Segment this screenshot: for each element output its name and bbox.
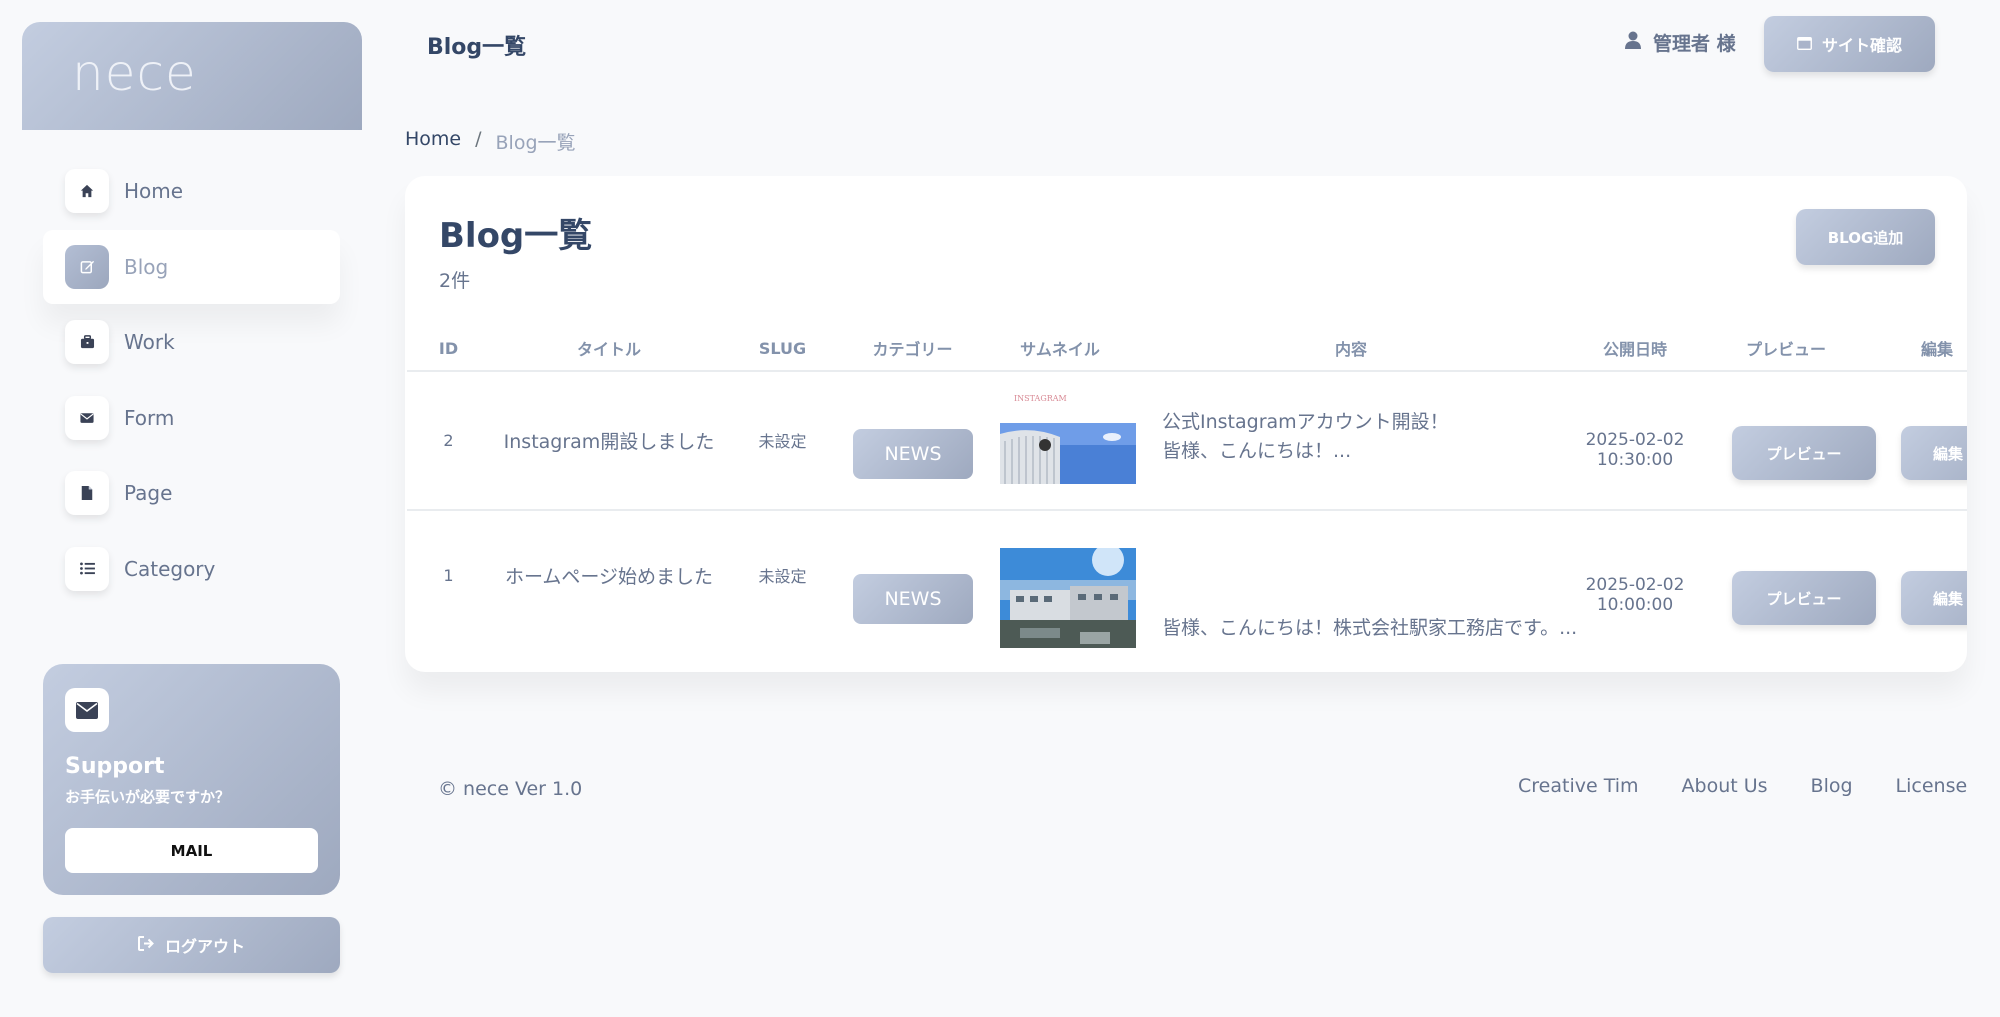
list-icon <box>65 546 109 591</box>
brand-header: nece <box>22 22 362 130</box>
edit-button[interactable]: 編集 <box>1901 426 1967 480</box>
row-content-line1 <box>1162 581 1562 609</box>
support-title: Support <box>65 754 165 779</box>
row-date: 2025-02-02 <box>1585 575 1685 595</box>
add-blog-button[interactable]: BLOG追加 <box>1796 209 1935 265</box>
user-name: 管理者 様 <box>1653 33 1736 55</box>
card-title: Blog一覧 <box>439 216 593 256</box>
sidebar-item-page[interactable]: Page <box>43 456 340 530</box>
footer-link-about-us[interactable]: About Us <box>1682 775 1768 797</box>
row-content-line2: 皆様、こんにちは！... <box>1162 439 1352 462</box>
column-header-published: 公開日時 <box>1602 340 1667 359</box>
edit-icon <box>65 244 109 289</box>
logout-button[interactable]: ログアウト <box>43 917 340 973</box>
site-check-button[interactable]: サイト確認 <box>1764 16 1935 72</box>
column-header-slug: SLUG <box>758 338 807 358</box>
row-title: ホームページ始めました <box>504 565 714 588</box>
sidebar-item-label: Category <box>124 556 216 581</box>
sidebar-item-label: Work <box>124 330 175 354</box>
edit-button[interactable]: 編集 <box>1901 571 1967 625</box>
support-card: Support お手伝いが必要ですか？ MAIL <box>43 664 340 895</box>
row-slug: 未設定 <box>758 567 807 586</box>
sidebar-item-label: Page <box>124 481 173 505</box>
footer-link-blog[interactable]: Blog <box>1811 775 1853 797</box>
row-id: 2 <box>443 430 454 450</box>
file-icon <box>65 471 109 515</box>
footer-copyright: © nece Ver 1.0 <box>438 778 583 800</box>
row-title: Instagram開設しました <box>503 430 715 453</box>
envelope-icon <box>65 688 109 732</box>
blog-list-card: Blog一覧 2件 BLOG追加 ID タイトル SLUG カテゴリー サムネイ… <box>405 176 1967 672</box>
sidebar-nav: Home Blog Work Form Page Category <box>43 154 340 607</box>
sidebar-item-label: Home <box>124 179 184 203</box>
row-date: 2025-02-02 <box>1585 430 1685 450</box>
row-id: 1 <box>443 565 454 585</box>
mail-button[interactable]: MAIL <box>65 828 318 873</box>
column-header-id: ID <box>438 338 459 358</box>
briefcase-icon <box>65 320 109 364</box>
envelope-icon <box>65 395 109 440</box>
thumbnail-image <box>1000 548 1136 648</box>
category-badge: NEWS <box>853 574 973 624</box>
sidebar-item-blog[interactable]: Blog <box>43 229 340 304</box>
breadcrumb-current: Blog一覧 <box>495 132 576 154</box>
breadcrumb-home[interactable]: Home <box>405 128 461 155</box>
support-subtitle: お手伝いが必要ですか？ <box>65 788 231 806</box>
home-icon <box>65 169 109 213</box>
breadcrumb-separator: / <box>475 128 482 150</box>
row-time: 10:30:00 <box>1596 450 1674 470</box>
column-header-thumbnail: サムネイル <box>1020 340 1100 359</box>
user-menu[interactable]: 管理者 様 <box>1625 29 1736 56</box>
site-check-label: サイト確認 <box>1821 36 1902 55</box>
row-content-line1: 公式Instagramアカウント開設！ <box>1162 410 1449 433</box>
sidebar-item-form[interactable]: Form <box>43 381 340 455</box>
row-time: 10:00:00 <box>1596 595 1674 615</box>
sidebar-item-work[interactable]: Work <box>43 305 340 379</box>
footer-links: Creative Tim About Us Blog License <box>1518 775 1967 797</box>
item-count: 2件 <box>439 270 471 292</box>
footer-link-license[interactable]: License <box>1896 775 1968 797</box>
window-icon <box>1797 35 1812 54</box>
column-header-content: 内容 <box>1334 340 1367 359</box>
column-header-edit: 編集 <box>1920 340 1953 359</box>
category-badge: NEWS <box>853 429 973 479</box>
row-slug: 未設定 <box>758 432 807 451</box>
thumbnail-image: INSTAGRAM <box>1000 389 1136 484</box>
brand-name: nece <box>72 44 197 102</box>
sidebar-item-category[interactable]: Category <box>43 532 340 606</box>
sidebar-item-home[interactable]: Home <box>43 154 340 228</box>
page-title: Blog一覧 <box>427 35 527 60</box>
preview-button[interactable]: プレビュー <box>1732 571 1876 625</box>
user-icon <box>1625 31 1641 54</box>
row-content-line2: 皆様、こんにちは！株式会社駅家工務店です。... <box>1162 616 1578 639</box>
column-header-preview: プレビュー <box>1745 340 1826 359</box>
breadcrumb: Home / Blog一覧 <box>405 128 576 155</box>
column-header-title: タイトル <box>576 340 641 359</box>
footer-link-creative-tim[interactable]: Creative Tim <box>1518 775 1639 797</box>
thumbnail-text: INSTAGRAM <box>1014 394 1067 403</box>
logout-label: ログアウト <box>164 937 245 956</box>
sidebar-item-label: Blog <box>124 254 169 279</box>
sidebar-item-label: Form <box>124 405 175 430</box>
column-header-category: カテゴリー <box>872 340 953 359</box>
preview-button[interactable]: プレビュー <box>1732 426 1876 480</box>
sign-out-icon <box>137 935 155 955</box>
